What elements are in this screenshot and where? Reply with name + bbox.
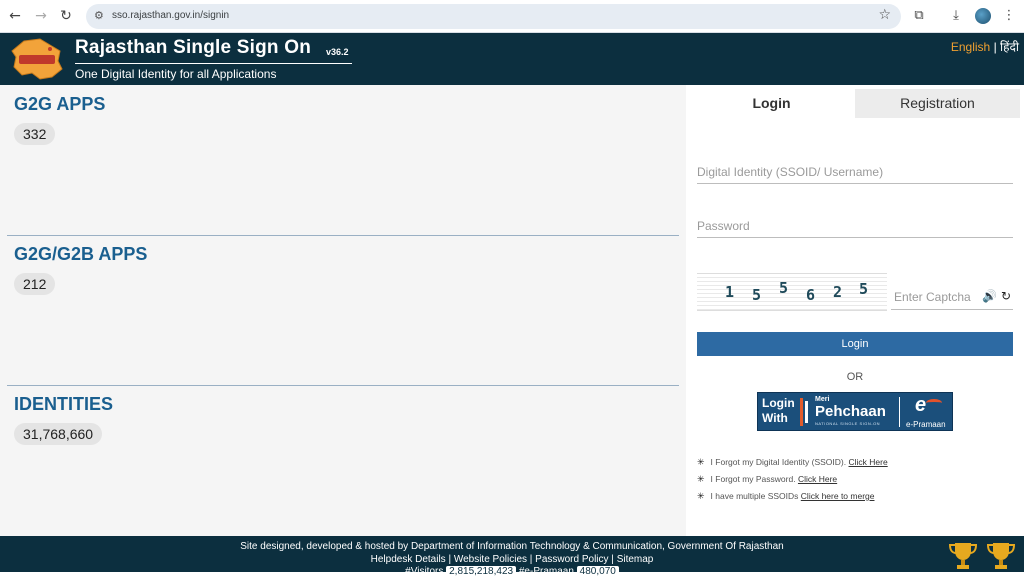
helpdesk-link[interactable]: Helpdesk Details bbox=[371, 554, 446, 565]
site-info-icon[interactable]: ⚙ bbox=[94, 9, 108, 23]
download-icon[interactable]: ⤓ bbox=[947, 7, 965, 25]
epramaan-label: e-Pramaan bbox=[906, 420, 946, 429]
footer-credit: Site designed, developed & hosted by Dep… bbox=[240, 541, 784, 552]
profile-avatar[interactable] bbox=[975, 8, 991, 24]
rajasthan-map-logo bbox=[11, 38, 63, 80]
captcha-digit: 2 bbox=[833, 283, 843, 301]
version-label: v36.2 bbox=[326, 47, 349, 57]
captcha-image: 1 5 5 6 2 5 bbox=[697, 273, 887, 311]
epramaan-swoosh-icon bbox=[926, 399, 942, 407]
login-with-label: Login With bbox=[762, 396, 795, 425]
tab-registration[interactable]: Registration bbox=[855, 89, 1020, 118]
stat-divider bbox=[7, 385, 679, 386]
stat-title: G2G APPS bbox=[14, 94, 106, 114]
lang-separator: | bbox=[990, 40, 1001, 54]
site-tagline: One Digital Identity for all Application… bbox=[75, 67, 277, 81]
pehchaan-bar-icon bbox=[800, 398, 803, 426]
lang-hindi-link[interactable]: हिंदी bbox=[1000, 40, 1019, 54]
reload-icon[interactable]: ↻ bbox=[56, 6, 76, 26]
extensions-icon[interactable]: ⧉ bbox=[910, 7, 928, 25]
tab-login[interactable]: Login bbox=[689, 89, 854, 118]
lang-english-link[interactable]: English bbox=[951, 40, 990, 54]
login-button[interactable]: Login bbox=[697, 332, 1013, 356]
merge-ssoid-link[interactable]: Click here to merge bbox=[801, 491, 875, 501]
pehchaan-bar-icon bbox=[805, 401, 808, 423]
site-title: Rajasthan Single Sign On bbox=[75, 37, 312, 58]
browser-toolbar: ← → ↻ ⚙ sso.rajasthan.gov.in/signin ☆ ⧉ … bbox=[0, 0, 1024, 33]
merge-ssoid-line: ✳ I have multiple SSOIDs Click here to me… bbox=[697, 491, 875, 502]
forgot-password-link[interactable]: Click Here bbox=[798, 474, 837, 484]
nsso-label: NATIONAL SINGLE SIGN-ON bbox=[815, 421, 881, 426]
captcha-digit: 5 bbox=[752, 286, 762, 304]
stat-divider bbox=[7, 235, 679, 236]
password-input[interactable]: Password bbox=[697, 214, 1013, 238]
award-trophy-icon bbox=[948, 543, 978, 569]
epramaan-logo: e bbox=[915, 394, 927, 416]
stat-count-badge: 332 bbox=[14, 123, 56, 145]
forgot-ssoid-line: ✳ I Forgot my Digital Identity (SSOID). C… bbox=[697, 457, 888, 468]
footer-links: Helpdesk Details | Website Policies | Pa… bbox=[370, 554, 654, 565]
bullet-icon: ✳ bbox=[697, 475, 705, 485]
award-trophy-icon bbox=[986, 543, 1016, 569]
website-policies-link[interactable]: Website Policies bbox=[454, 554, 527, 565]
stat-count-badge: 212 bbox=[14, 273, 56, 295]
stats-panel: G2G APPS 332 G2G/G2B APPS 212 IDENTITIES… bbox=[0, 85, 686, 536]
forgot-ssoid-link[interactable]: Click Here bbox=[849, 457, 888, 467]
speaker-icon[interactable]: 🔊 bbox=[982, 289, 997, 303]
login-panel: Login Registration Digital Identity (SSO… bbox=[686, 85, 1024, 536]
url-text: sso.rajasthan.gov.in/signin bbox=[112, 10, 230, 21]
bookmark-star-icon[interactable]: ☆ bbox=[878, 7, 891, 23]
captcha-digit: 5 bbox=[859, 280, 869, 298]
stat-title: IDENTITIES bbox=[14, 394, 114, 414]
captcha-tools: 🔊 ↻ bbox=[982, 289, 1011, 303]
password-policy-link[interactable]: Password Policy bbox=[535, 554, 608, 565]
stat-count-badge: 31,768,660 bbox=[14, 423, 103, 445]
meri-pehchaan-login-button[interactable]: Login With Meri Pehchaan NATIONAL SINGLE… bbox=[757, 392, 953, 431]
title-divider bbox=[75, 63, 352, 64]
refresh-icon[interactable]: ↻ bbox=[1001, 289, 1011, 303]
captcha-digit: 6 bbox=[806, 286, 816, 304]
sitemap-link[interactable]: Sitemap bbox=[617, 554, 654, 565]
address-bar[interactable]: ⚙ sso.rajasthan.gov.in/signin ☆ bbox=[86, 4, 901, 29]
back-icon[interactable]: ← bbox=[5, 6, 25, 26]
or-separator: OR bbox=[846, 371, 864, 383]
menu-kebab-icon[interactable]: ⋮ bbox=[1000, 7, 1018, 25]
ssoid-input[interactable]: Digital Identity (SSOID/ Username) bbox=[697, 160, 1013, 184]
forward-icon[interactable]: → bbox=[31, 6, 51, 26]
pehchaan-label: Pehchaan bbox=[815, 403, 886, 420]
captcha-placeholder: Enter Captcha bbox=[894, 290, 971, 304]
site-footer: Site designed, developed & hosted by Dep… bbox=[0, 536, 1024, 577]
pehchaan-divider bbox=[899, 397, 900, 427]
bullet-icon: ✳ bbox=[697, 492, 705, 502]
site-header: Rajasthan Single Sign On v36.2 One Digit… bbox=[0, 33, 1024, 85]
captcha-digit: 1 bbox=[725, 283, 735, 301]
meri-label: Meri bbox=[815, 396, 830, 403]
forgot-password-line: ✳ I Forgot my Password. Click Here bbox=[697, 474, 838, 485]
language-switcher: English | हिंदी bbox=[951, 38, 1019, 55]
stat-title: G2G/G2B APPS bbox=[14, 244, 148, 264]
captcha-digit: 5 bbox=[779, 279, 789, 297]
captcha-input[interactable]: Enter Captcha 🔊 ↻ bbox=[891, 285, 1013, 310]
bullet-icon: ✳ bbox=[697, 458, 705, 468]
